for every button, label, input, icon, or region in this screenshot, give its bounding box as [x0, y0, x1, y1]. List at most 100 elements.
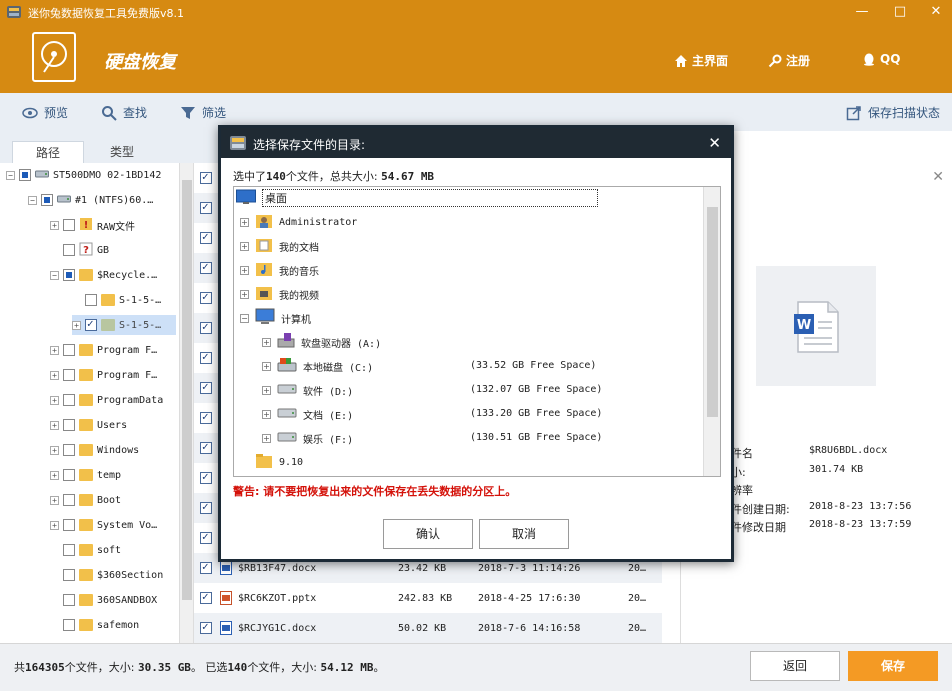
tree-item[interactable]: S-1-5-…	[72, 290, 161, 310]
file-checkbox[interactable]	[200, 440, 212, 454]
tree-checkbox[interactable]	[85, 294, 97, 306]
directory-expander[interactable]: +	[240, 265, 249, 275]
tree-item[interactable]: + ProgramData	[50, 390, 163, 410]
confirm-button[interactable]: 确认	[383, 519, 473, 549]
tree-checkbox[interactable]	[85, 317, 97, 331]
tree-expander[interactable]: +	[50, 470, 59, 480]
file-checkbox[interactable]	[200, 410, 212, 424]
cancel-button[interactable]: 取消	[479, 519, 569, 549]
tab-type[interactable]: 类型	[86, 141, 158, 163]
directory-expander[interactable]: +	[240, 289, 249, 299]
tree-item[interactable]: + Program F…	[50, 365, 157, 385]
directory-tree-scroll-thumb[interactable]	[707, 207, 718, 417]
tree-item[interactable]: + System Vo…	[50, 515, 157, 535]
file-row[interactable]: $RC6KZOT.pptx 242.83 KB 2018-4-25 17:6:30 2…	[194, 583, 662, 613]
tree-item[interactable]: − ST500DMO 02-1BD142	[6, 165, 161, 185]
tree-item[interactable]: safemon	[50, 615, 139, 635]
filter-tool[interactable]: 筛选	[180, 104, 226, 121]
tree-item[interactable]: 360SANDBOX	[50, 590, 157, 610]
tree-item[interactable]: + temp	[50, 465, 121, 485]
tree-checkbox[interactable]	[63, 269, 75, 281]
tree-checkbox[interactable]	[63, 619, 75, 631]
tree-expander[interactable]: +	[50, 345, 59, 355]
tree-checkbox[interactable]	[63, 444, 75, 456]
tree-expander[interactable]: +	[50, 370, 59, 380]
file-checkbox[interactable]	[200, 260, 212, 274]
tree-checkbox[interactable]	[63, 369, 75, 381]
tree-item[interactable]: − #1 (NTFS)60.…	[28, 190, 153, 210]
tree-item[interactable]: soft	[50, 540, 121, 560]
tree-item[interactable]: ? GB	[50, 240, 109, 260]
directory-tree-item[interactable]: 9.10	[240, 451, 303, 473]
tree-checkbox[interactable]	[41, 194, 53, 206]
tree-item[interactable]: + Program F…	[50, 340, 157, 360]
tree-expander[interactable]: +	[50, 520, 59, 530]
preview-tool[interactable]: 预览	[22, 104, 68, 121]
tree-expander[interactable]: −	[28, 195, 37, 205]
save-scan-tool[interactable]: 保存扫描状态	[846, 104, 940, 121]
tree-item[interactable]: $360Section	[50, 565, 163, 585]
directory-tree-item[interactable]: + 软件 (D:)	[262, 379, 353, 401]
tree-expander[interactable]: +	[50, 420, 59, 430]
file-checkbox[interactable]	[200, 380, 212, 394]
register-nav[interactable]: 注册	[768, 52, 810, 69]
file-checkbox[interactable]	[200, 170, 212, 184]
directory-expander[interactable]: +	[262, 409, 271, 419]
file-checkbox[interactable]	[200, 560, 212, 574]
file-checkbox[interactable]	[200, 200, 212, 214]
directory-tree-item[interactable]: + 我的文档	[240, 235, 319, 257]
file-checkbox[interactable]	[200, 590, 212, 604]
directory-tree-item[interactable]: + 本地磁盘 (C:)	[262, 355, 373, 377]
tree-checkbox[interactable]	[63, 344, 75, 356]
back-button[interactable]: 返回	[750, 651, 840, 681]
qq-nav[interactable]: QQ	[862, 52, 900, 66]
tree-checkbox[interactable]	[63, 519, 75, 531]
save-button[interactable]: 保存	[848, 651, 938, 681]
directory-expander[interactable]: +	[262, 433, 271, 443]
close-window-button[interactable]: ✕	[924, 2, 948, 22]
tree-expander[interactable]: +	[50, 495, 59, 505]
tree-expander[interactable]: +	[50, 445, 59, 455]
tree-checkbox[interactable]	[63, 544, 75, 556]
tree-expander[interactable]: +	[50, 395, 59, 405]
file-checkbox[interactable]	[200, 350, 212, 364]
tab-path[interactable]: 路径	[12, 141, 84, 163]
tree-checkbox[interactable]	[63, 244, 75, 256]
directory-tree-item[interactable]: + 文档 (E:)	[262, 403, 353, 425]
directory-tree-item[interactable]: + 我的音乐	[240, 259, 319, 281]
file-checkbox[interactable]	[200, 320, 212, 334]
dialog-close-button[interactable]: ✕	[708, 134, 721, 152]
file-checkbox[interactable]	[200, 230, 212, 244]
tree-expander[interactable]: +	[50, 220, 59, 230]
file-checkbox[interactable]	[200, 470, 212, 484]
tree-checkbox[interactable]	[63, 219, 75, 231]
tree-expander[interactable]: −	[50, 270, 59, 280]
tree-checkbox[interactable]	[63, 469, 75, 481]
tree-scroll-thumb[interactable]	[182, 180, 192, 600]
directory-expander[interactable]: +	[262, 361, 271, 371]
file-row[interactable]: $RCJYG1C.docx 50.02 KB 2018-7-6 14:16:58 20…	[194, 613, 662, 643]
directory-expander[interactable]: +	[262, 385, 271, 395]
preview-close-button[interactable]: ✕	[932, 169, 944, 185]
file-checkbox[interactable]	[200, 620, 212, 634]
directory-tree-item[interactable]: 桌面	[236, 187, 598, 209]
tree-checkbox[interactable]	[63, 569, 75, 581]
home-nav[interactable]: 主界面	[674, 52, 728, 69]
tree-checkbox[interactable]	[63, 394, 75, 406]
tree-item[interactable]: + Windows	[50, 440, 139, 460]
directory-tree-item[interactable]: + Administrator	[240, 211, 357, 233]
directory-expander[interactable]: −	[240, 313, 249, 323]
tree-item[interactable]: + Boot	[50, 490, 121, 510]
directory-tree-item[interactable]: − 计算机	[240, 307, 311, 329]
directory-expander[interactable]: +	[262, 337, 271, 347]
minimize-button[interactable]: —	[850, 2, 874, 22]
tree-checkbox[interactable]	[63, 494, 75, 506]
directory-tree-scrollbar[interactable]	[703, 187, 720, 476]
tree-checkbox[interactable]	[63, 594, 75, 606]
tree-item[interactable]: +! RAW文件	[50, 215, 135, 235]
find-tool[interactable]: 查找	[101, 104, 147, 121]
tree-item[interactable]: − $Recycle.…	[50, 265, 157, 285]
file-checkbox[interactable]	[200, 530, 212, 544]
maximize-button[interactable]: □	[888, 2, 912, 22]
tree-expander[interactable]: +	[72, 320, 81, 330]
